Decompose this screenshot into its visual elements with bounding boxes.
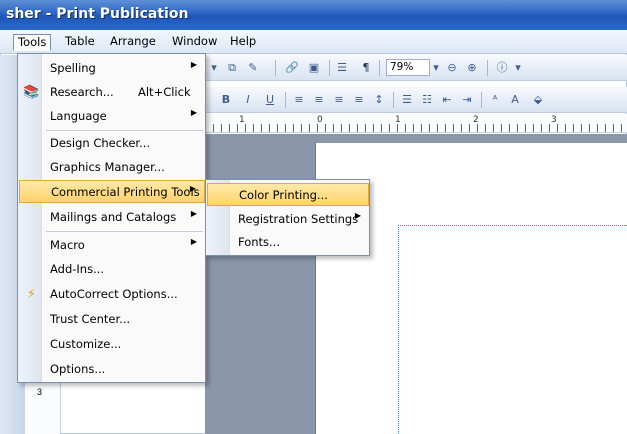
- help-icon[interactable]: ⓘ: [493, 59, 511, 77]
- toolbar-separator: [275, 60, 276, 76]
- menu-item-options[interactable]: Options...: [19, 358, 205, 381]
- ruler-label: 0: [317, 115, 323, 125]
- menu-item-fonts[interactable]: Fonts...: [207, 231, 369, 254]
- ruler-label: 3: [551, 115, 557, 125]
- submenu-arrow-icon: ▶: [190, 108, 197, 117]
- ruler-label: 1: [395, 115, 401, 125]
- copy-icon[interactable]: ⧉: [223, 59, 241, 77]
- picture-icon[interactable]: ▣: [305, 59, 323, 77]
- window-title: sher - Print Publication: [6, 6, 189, 22]
- bullets-icon[interactable]: ☷: [419, 91, 435, 109]
- menu-item-research[interactable]: 📚 Research... Alt+Click: [19, 81, 205, 104]
- zoom-input[interactable]: 79%: [386, 59, 430, 76]
- increase-font-icon[interactable]: A: [507, 91, 523, 109]
- menu-help[interactable]: Help: [226, 34, 260, 51]
- title-bar: sher - Print Publication: [0, 0, 627, 30]
- menu-tools[interactable]: Tools: [13, 34, 52, 51]
- toolbar-separator: [329, 60, 330, 76]
- toolbar-separator: [393, 92, 394, 108]
- columns-icon[interactable]: ☰: [333, 59, 351, 77]
- menu-item-macro[interactable]: Macro ▶: [19, 234, 205, 257]
- decrease-indent-icon[interactable]: ⇤: [439, 91, 455, 109]
- research-icon: 📚: [23, 85, 40, 100]
- line-spacing-icon[interactable]: ↕: [371, 91, 387, 109]
- menu-separator: [46, 130, 203, 131]
- formatting-toolbar: B I U ≡ ≡ ≡ ≡ ↕ ☰ ☷ ⇤ ⇥ ᴬ A ⬙: [205, 87, 627, 113]
- margin-guide: [398, 225, 627, 434]
- menu-arrange[interactable]: Arrange: [106, 34, 160, 51]
- justify-icon[interactable]: ≡: [351, 91, 367, 109]
- zoom-dropdown-icon[interactable]: ▾: [431, 59, 441, 77]
- menu-item-color-printing[interactable]: Color Printing...: [207, 183, 369, 206]
- horizontal-ruler[interactable]: 1 0 1 2 3: [205, 114, 627, 133]
- menu-separator: [46, 231, 203, 232]
- hyperlink-icon[interactable]: 🔗: [283, 59, 301, 77]
- ruler-ticks: [205, 124, 627, 132]
- menu-item-commercial-printing-tools[interactable]: Commercial Printing Tools ▶: [19, 180, 205, 203]
- menu-item-spelling[interactable]: Spelling ▶: [19, 57, 205, 80]
- menu-item-mailings-and-catalogs[interactable]: Mailings and Catalogs ▶: [19, 206, 205, 229]
- standard-toolbar: ▾ ⧉ ✎ 🔗 ▣ ☰ ¶ 79% ▾ ⊖ ⊕ ⓘ ▾: [205, 55, 627, 81]
- format-painter-icon[interactable]: ✎: [245, 59, 261, 77]
- menu-item-registration-settings[interactable]: Registration Settings ▶: [207, 208, 369, 231]
- align-center-icon[interactable]: ≡: [311, 91, 327, 109]
- numbering-icon[interactable]: ☰: [399, 91, 415, 109]
- dropdown-arrow-icon[interactable]: ▾: [209, 59, 219, 77]
- lightning-icon: ⚡: [26, 287, 37, 302]
- ruler-label: 3: [37, 387, 43, 397]
- align-right-icon[interactable]: ≡: [331, 91, 347, 109]
- menu-item-customize[interactable]: Customize...: [19, 333, 205, 356]
- submenu-arrow-icon: ▶: [354, 211, 361, 220]
- tools-menu: Spelling ▶ 📚 Research... Alt+Click Langu…: [17, 53, 206, 383]
- zoom-out-icon[interactable]: ⊖: [443, 59, 461, 77]
- application-window: sher - Print Publication Tools Table Arr…: [0, 0, 627, 434]
- italic-button[interactable]: I: [241, 91, 255, 109]
- toolbar-options-icon[interactable]: ▾: [513, 59, 523, 77]
- menu-item-add-ins[interactable]: Add-Ins...: [19, 258, 205, 281]
- toolbar-separator: [379, 60, 380, 76]
- zoom-in-icon[interactable]: ⊕: [463, 59, 481, 77]
- submenu-arrow-icon: ▶: [190, 60, 197, 69]
- submenu-arrow-icon: ▶: [190, 209, 197, 218]
- menu-item-trust-center[interactable]: Trust Center...: [19, 308, 205, 331]
- toolbar-separator: [487, 60, 488, 76]
- menu-item-graphics-manager[interactable]: Graphics Manager...: [19, 156, 205, 179]
- paragraph-marks-icon[interactable]: ¶: [357, 59, 375, 77]
- ruler-label: 2: [473, 115, 479, 125]
- submenu-arrow-icon: ▶: [189, 184, 196, 193]
- vertical-ruler[interactable]: 3: [25, 374, 61, 434]
- commercial-printing-submenu: Color Printing... Registration Settings …: [205, 179, 370, 256]
- toolbar-separator: [481, 92, 482, 108]
- fill-color-icon[interactable]: ⬙: [529, 91, 547, 109]
- submenu-arrow-icon: ▶: [190, 237, 197, 246]
- bold-button[interactable]: B: [219, 91, 233, 109]
- menu-table[interactable]: Table: [61, 34, 99, 51]
- decrease-font-icon[interactable]: ᴬ: [487, 91, 503, 109]
- increase-indent-icon[interactable]: ⇥: [459, 91, 475, 109]
- toolbar-separator: [285, 92, 286, 108]
- menu-window[interactable]: Window: [168, 34, 221, 51]
- menu-bar: Tools Table Arrange Window Help: [0, 30, 627, 54]
- underline-button[interactable]: U: [263, 91, 277, 109]
- align-left-icon[interactable]: ≡: [291, 91, 307, 109]
- menu-item-design-checker[interactable]: Design Checker...: [19, 132, 205, 155]
- menu-item-autocorrect-options[interactable]: ⚡ AutoCorrect Options...: [19, 283, 205, 306]
- ruler-label: 1: [239, 115, 245, 125]
- menu-item-language[interactable]: Language ▶: [19, 105, 205, 128]
